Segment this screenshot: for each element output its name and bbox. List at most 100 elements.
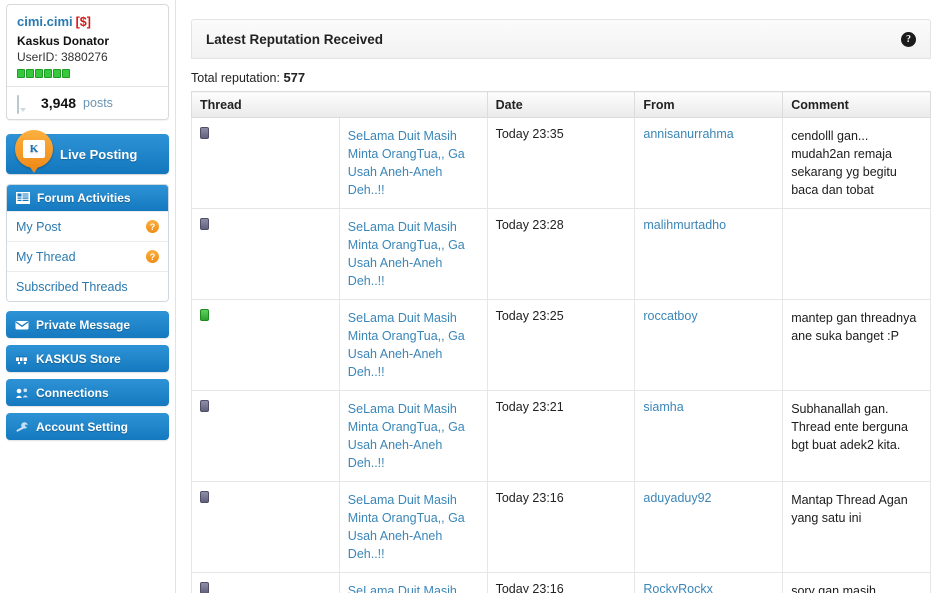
comment-cell: Subhanallah gan. Thread ente berguna bgt…: [782, 390, 931, 482]
reputation-block: [35, 69, 43, 78]
help-badge-icon[interactable]: ?: [146, 220, 159, 233]
forum-activities-group: Forum Activities My Post ? My Thread ? S…: [6, 184, 169, 302]
table-row: SeLama Duit Masih Minta OrangTua,, Ga Us…: [191, 390, 931, 482]
thread-cell: SeLama Duit Masih Minta OrangTua,, Ga Us…: [338, 390, 488, 482]
date-value: Today 23:28: [495, 218, 564, 232]
help-icon[interactable]: ?: [901, 31, 916, 47]
sidebar-item-connections[interactable]: Connections: [6, 379, 169, 406]
forum-activities-header[interactable]: Forum Activities: [7, 185, 168, 211]
connections-label: Connections: [36, 385, 109, 400]
date-cell: Today 23:16: [486, 481, 636, 573]
date-value: Today 23:25: [495, 309, 564, 323]
column-header-comment[interactable]: Comment: [782, 91, 931, 118]
sidebar-nav: K Live Posting Forum Activities My Post …: [6, 130, 169, 440]
date-cell: Today 23:35: [486, 117, 636, 209]
sidebar-item-subscribed-threads[interactable]: Subscribed Threads: [7, 271, 168, 301]
reputation-gray-icon: [200, 491, 209, 503]
from-user-link[interactable]: aduyaduy92: [643, 491, 711, 505]
reputation-indicator-cell: [191, 299, 340, 391]
thread-link[interactable]: SeLama Duit Masih Minta OrangTua,, Ga Us…: [348, 582, 479, 593]
page-root: cimi.cimi [$] Kaskus Donator UserID: 3880…: [0, 0, 935, 593]
username-line: cimi.cimi [$]: [17, 13, 158, 31]
kaskus-store-label: KASKUS Store: [36, 351, 121, 366]
from-user-link[interactable]: RockyRockx: [643, 582, 712, 593]
page-title: Latest Reputation Received: [206, 31, 384, 47]
envelope-icon: [15, 320, 29, 329]
thread-cell: SeLama Duit Masih Minta OrangTua,, Ga Us…: [338, 299, 488, 391]
reputation-gray-icon: [200, 582, 209, 593]
post-count-row: 3,948 posts: [7, 86, 168, 119]
kaskus-pin-icon: K: [15, 130, 53, 173]
username-link[interactable]: cimi.cimi: [17, 14, 73, 29]
sidebar-item-my-thread[interactable]: My Thread ?: [7, 241, 168, 271]
reputation-block: [17, 69, 25, 78]
table-row: SeLama Duit Masih Minta OrangTua,, Ga Us…: [191, 481, 931, 573]
sidebar: cimi.cimi [$] Kaskus Donator UserID: 3880…: [0, 0, 176, 593]
column-header-from[interactable]: From: [634, 91, 784, 118]
user-card: cimi.cimi [$] Kaskus Donator UserID: 3880…: [6, 4, 169, 120]
account-setting-label: Account Setting: [36, 419, 128, 434]
from-cell: malihmurtadho: [634, 208, 784, 300]
reputation-block: [26, 69, 34, 78]
thread-link[interactable]: SeLama Duit Masih Minta OrangTua,, Ga Us…: [348, 491, 479, 563]
user-id: UserID: 3880276: [17, 50, 108, 64]
reputation-indicator-cell: [191, 572, 340, 593]
wrench-icon: [16, 421, 28, 432]
table-row: SeLama Duit Masih Minta OrangTua,, Ga Us…: [191, 572, 931, 593]
comment-cell: cendolll gan... mudah2an remaja sekarang…: [782, 117, 931, 209]
comment-cell: sory gan masih abu2...threadnya keren...…: [782, 572, 931, 593]
comment-text: mantep gan threadnya ane suka banget :P: [791, 311, 917, 343]
help-badge-icon[interactable]: ?: [146, 250, 159, 263]
reputation-gray-icon: [200, 400, 209, 412]
from-user-link[interactable]: roccatboy: [643, 309, 697, 323]
reputation-bar: [17, 69, 158, 78]
speech-bubble-icon: [17, 95, 34, 114]
reputation-gray-icon: [200, 127, 209, 139]
thread-cell: SeLama Duit Masih Minta OrangTua,, Ga Us…: [338, 117, 488, 209]
post-count-value: 3,948: [41, 95, 77, 111]
thread-link[interactable]: SeLama Duit Masih Minta OrangTua,, Ga Us…: [348, 218, 479, 290]
subscribed-threads-label: Subscribed Threads: [16, 279, 128, 294]
live-posting-button[interactable]: K Live Posting: [6, 130, 169, 174]
reputation-green-icon: [200, 309, 209, 321]
column-header-date[interactable]: Date: [486, 91, 636, 118]
date-cell: Today 23:21: [486, 390, 636, 482]
table-row: SeLama Duit Masih Minta OrangTua,, Ga Us…: [191, 299, 931, 391]
thread-link[interactable]: SeLama Duit Masih Minta OrangTua,, Ga Us…: [348, 127, 479, 199]
reputation-indicator-cell: [191, 481, 340, 573]
sidebar-item-my-post[interactable]: My Post ?: [7, 211, 168, 241]
main-content: Latest Reputation Received ? Total reput…: [177, 0, 935, 593]
sidebar-item-kaskus-store[interactable]: KASKUS Store: [6, 345, 169, 372]
comment-text: cendolll gan... mudah2an remaja sekarang…: [791, 129, 897, 197]
user-title: Kaskus Donator: [17, 34, 110, 48]
column-header-thread[interactable]: Thread: [191, 91, 488, 118]
total-reputation-value: 577: [283, 70, 306, 85]
date-cell: Today 23:28: [486, 208, 636, 300]
connections-icon: [16, 388, 28, 398]
reputation-block: [62, 69, 70, 78]
thread-cell: SeLama Duit Masih Minta OrangTua,, Ga Us…: [338, 481, 488, 573]
comment-text: sory gan masih abu2...threadnya keren...…: [791, 584, 876, 593]
date-cell: Today 23:16: [486, 572, 636, 593]
cart-icon: [16, 355, 27, 364]
from-user-link[interactable]: annisanurrahma: [643, 127, 733, 141]
table-row: SeLama Duit Masih Minta OrangTua,, Ga Us…: [191, 117, 931, 209]
from-user-link[interactable]: siamha: [643, 400, 683, 414]
from-user-link[interactable]: malihmurtadho: [643, 218, 726, 232]
my-post-label: My Post: [16, 219, 62, 234]
date-value: Today 23:21: [495, 400, 564, 414]
forum-activities-label: Forum Activities: [37, 191, 131, 205]
my-thread-label: My Thread: [16, 249, 76, 264]
thread-link[interactable]: SeLama Duit Masih Minta OrangTua,, Ga Us…: [348, 400, 479, 472]
comment-cell: [782, 208, 931, 300]
post-count-label: posts: [83, 96, 113, 110]
user-card-top: cimi.cimi [$] Kaskus Donator UserID: 3880…: [7, 5, 168, 86]
from-cell: RockyRockx: [634, 572, 784, 593]
reputation-indicator-cell: [191, 390, 340, 482]
thread-link[interactable]: SeLama Duit Masih Minta OrangTua,, Ga Us…: [348, 309, 479, 381]
date-cell: Today 23:25: [486, 299, 636, 391]
sidebar-item-private-message[interactable]: Private Message: [6, 311, 169, 338]
sidebar-item-account-setting[interactable]: Account Setting: [6, 413, 169, 440]
table-body: SeLama Duit Masih Minta OrangTua,, Ga Us…: [191, 117, 931, 593]
date-value: Today 23:35: [495, 127, 564, 141]
